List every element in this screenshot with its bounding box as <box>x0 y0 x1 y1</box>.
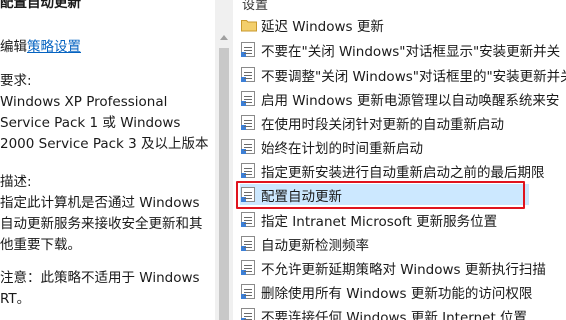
list-item[interactable]: 在使用时段关闭针对更新的自动重新启动 <box>233 112 566 133</box>
list-item-label: 在使用时段关闭针对更新的自动重新启动 <box>261 117 504 133</box>
requirements-line: 2000 Service Pack 3 及以上版本 <box>0 136 209 152</box>
policy-setting-icon <box>241 212 255 227</box>
description-line: 指定此计算机是否通过 Windows <box>0 195 200 211</box>
scroll-up-arrow-icon[interactable] <box>215 30 233 46</box>
column-header-setting[interactable]: 设置 <box>242 0 268 13</box>
list-item[interactable]: 不要连接任何 Windows 更新 Internet 位置 <box>233 305 566 320</box>
policy-setting-icon <box>241 42 255 57</box>
list-item[interactable]: 删除使用所有 Windows 更新功能的访问权限 <box>233 281 566 302</box>
list-item[interactable]: 指定 Intranet Microsoft 更新服务位置 <box>233 209 566 230</box>
requirements-block: 要求: Windows XP Professional Service Pack… <box>0 71 209 155</box>
list-item[interactable]: 不要调整"关闭 Windows"对话框里的"安装更新并关 <box>233 64 566 85</box>
list-item-label: 自动更新检测频率 <box>261 238 369 254</box>
note-line: 注意：此策略不适用于 Windows <box>0 270 200 286</box>
folder-icon <box>241 17 257 32</box>
note-block: 注意：此策略不适用于 Windows RT。 <box>0 268 200 310</box>
policy-title: 配置自动更新 <box>0 0 81 11</box>
list-item-label: 不允许更新延期策略对 Windows 更新执行扫描 <box>261 262 546 278</box>
requirements-label: 要求: <box>0 73 32 89</box>
list-item[interactable]: 启用 Windows 更新电源管理以自动唤醒系统来安 <box>233 88 566 109</box>
policy-setting-icon <box>241 139 255 154</box>
scroll-thumb[interactable] <box>219 48 229 320</box>
list-item-label: 不要在"关闭 Windows"对话框显示"安装更新并关 <box>261 44 561 60</box>
note-line: RT。 <box>0 291 31 307</box>
policy-list: 设置 延迟 Windows 更新 不要在"关闭 Windows"对话框显示"安装… <box>233 0 566 320</box>
description-line: 他重要下载。 <box>0 237 81 253</box>
policy-setting-icon <box>241 67 255 82</box>
list-item-label: 删除使用所有 Windows 更新功能的访问权限 <box>261 286 533 302</box>
list-item[interactable]: 不允许更新延期策略对 Windows 更新执行扫描 <box>233 257 566 278</box>
requirements-line: Windows XP Professional <box>0 94 168 110</box>
list-item-folder[interactable]: 延迟 Windows 更新 <box>233 14 566 35</box>
list-item[interactable]: 始终在计划的时间重新启动 <box>233 136 566 157</box>
list-item-label: 指定 Intranet Microsoft 更新服务位置 <box>261 214 498 230</box>
policy-setting-icon <box>241 163 255 178</box>
list-item[interactable]: 不要在"关闭 Windows"对话框显示"安装更新并关 <box>233 39 566 60</box>
list-item-label: 延迟 Windows 更新 <box>261 19 384 35</box>
list-item[interactable]: 指定更新安装进行自动重新启动之前的最后期限 <box>233 160 566 181</box>
list-item-selected[interactable]: 配置自动更新 <box>233 181 566 209</box>
policy-setting-icon <box>241 91 255 106</box>
edit-policy-line: 编辑策略设置 <box>0 35 81 55</box>
policy-setting-icon <box>241 260 255 275</box>
policy-setting-icon <box>241 284 255 299</box>
requirements-line: Service Pack 1 或 Windows <box>0 115 181 131</box>
description-block: 描述: 指定此计算机是否通过 Windows 自动更新服务来接收安全更新和其 他… <box>0 172 203 256</box>
policy-description-panel: 配置自动更新 编辑策略设置 要求: Windows XP Professiona… <box>0 0 215 320</box>
policy-setting-icon <box>241 308 255 320</box>
policy-setting-icon <box>241 115 255 130</box>
list-item-label: 指定更新安装进行自动重新启动之前的最后期限 <box>261 165 545 181</box>
description-label: 描述: <box>0 174 32 190</box>
list-item-label: 始终在计划的时间重新启动 <box>261 141 423 157</box>
list-item-label: 不要连接任何 Windows 更新 Internet 位置 <box>261 310 528 320</box>
list-item-label: 不要调整"关闭 Windows"对话框里的"安装更新并关 <box>261 69 566 85</box>
annotation-highlight-box <box>236 181 525 209</box>
list-item[interactable]: 自动更新检测频率 <box>233 233 566 254</box>
list-scrollbar[interactable] <box>215 0 233 320</box>
description-line: 自动更新服务来接收安全更新和其 <box>0 216 203 232</box>
edit-policy-settings-link[interactable]: 策略设置 <box>27 39 81 55</box>
policy-setting-icon <box>241 236 255 251</box>
list-item-label: 启用 Windows 更新电源管理以自动唤醒系统来安 <box>261 93 560 109</box>
edit-prefix: 编辑 <box>0 39 27 55</box>
